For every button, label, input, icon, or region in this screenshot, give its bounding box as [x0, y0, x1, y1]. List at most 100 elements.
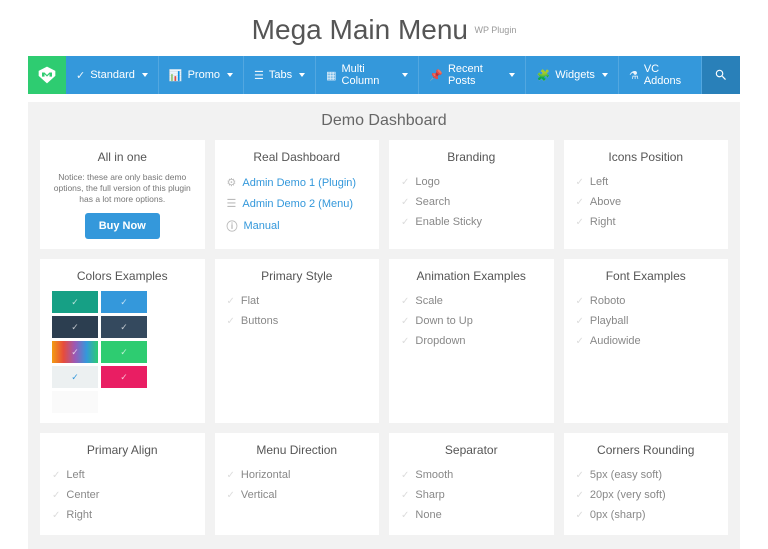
nav-promo[interactable]: 📊 Promo [159, 56, 244, 94]
list-icon: ☰ [254, 69, 264, 82]
card-colors-examples: Colors Examples ✓ ✓ ✓ ✓ ✓ ✓ ✓ ✓ [40, 259, 205, 423]
option-left[interactable]: ✓Left [52, 465, 193, 485]
caret-down-icon [299, 73, 305, 77]
swatch-teal[interactable]: ✓ [52, 291, 98, 313]
nav-tabs[interactable]: ☰ Tabs [244, 56, 316, 94]
option-0px[interactable]: ✓0px (sharp) [576, 505, 717, 525]
nav-widgets[interactable]: 🧩Widgets [526, 56, 618, 94]
check-icon: ✓ [401, 490, 409, 501]
check-icon: ✓ [401, 470, 409, 481]
swatch-navy[interactable]: ✓ [101, 316, 147, 338]
nav-label: Promo [188, 69, 220, 81]
list-label: Logo [415, 176, 439, 188]
list-label: Vertical [241, 489, 277, 501]
card-icons-position: Icons Position ✓Left ✓Above ✓Right [564, 140, 729, 249]
list-label: Admin Demo 1 (Plugin) [242, 177, 356, 189]
list-label: Horizontal [241, 469, 291, 481]
card-notice: Notice: these are only basic demo option… [52, 172, 193, 205]
nav-standard[interactable]: ✓ Standard [66, 56, 159, 94]
option-right[interactable]: ✓Right [576, 212, 717, 232]
swatch-dark[interactable]: ✓ [52, 316, 98, 338]
option-vertical[interactable]: ✓Vertical [227, 485, 368, 505]
columns-icon: ▦ [326, 69, 336, 82]
swatch-pink[interactable]: ✓ [101, 366, 147, 388]
nav-vcaddons[interactable]: ⚗ VC Addons [619, 56, 702, 94]
logo[interactable] [28, 56, 66, 94]
option-horizontal[interactable]: ✓ Horizontal [227, 465, 368, 485]
option-right[interactable]: ✓Right [52, 505, 193, 525]
swatch-gradient[interactable]: ✓ [52, 341, 98, 363]
nav-label: VC Addons [644, 63, 691, 87]
check-icon: ✓ [576, 316, 584, 327]
option-above[interactable]: ✓Above [576, 192, 717, 212]
option-enable-sticky[interactable]: ✓Enable Sticky [401, 212, 542, 232]
link-manual[interactable]: ⓘManual [227, 214, 368, 238]
card-separator: Separator ✓Smooth ✓Sharp ✓None [389, 433, 554, 535]
check-icon: ✓ [401, 316, 409, 327]
card-real-dashboard: Real Dashboard ⚙Admin Demo 1 (Plugin) ☰A… [215, 140, 380, 249]
option-20px[interactable]: ✓20px (very soft) [576, 485, 717, 505]
chart-icon: 📊 [169, 69, 183, 82]
swatch-grey[interactable]: ✓ [52, 366, 98, 388]
search-icon [714, 68, 728, 82]
card-font: Font Examples ✓Roboto ✓Playball ✓Audiowi… [564, 259, 729, 423]
check-icon: ✓ [76, 69, 85, 82]
option-logo[interactable]: ✓Logo [401, 172, 542, 192]
card-title: Menu Direction [227, 443, 368, 457]
option-5px[interactable]: ✓5px (easy soft) [576, 465, 717, 485]
check-icon: ✓ [401, 217, 409, 228]
buy-now-button[interactable]: Buy Now [85, 213, 160, 239]
search-button[interactable] [702, 56, 740, 94]
list-label: Flat [241, 295, 259, 307]
list-label: Manual [244, 220, 280, 232]
flask-icon: ⚗ [629, 69, 639, 82]
nav-recentposts[interactable]: 📌Recent Posts [419, 56, 526, 94]
link-admin-demo-1[interactable]: ⚙ Admin Demo 1 (Plugin) [227, 172, 368, 193]
option-down-to-up[interactable]: ✓ Down to Up [401, 311, 542, 331]
check-icon: ✓ [227, 470, 235, 481]
check-icon: ✓ [52, 510, 60, 521]
check-icon: ✓ [401, 336, 409, 347]
card-title: Animation Examples [401, 269, 542, 283]
option-center[interactable]: ✓Center [52, 485, 193, 505]
check-icon: ✓ [401, 197, 409, 208]
list-label: Dropdown [415, 335, 465, 347]
option-scale[interactable]: ✓Scale [401, 291, 542, 311]
option-buttons[interactable]: ✓Buttons [227, 311, 368, 331]
check-icon: ✓ [576, 197, 584, 208]
check-icon: ✓ [120, 322, 128, 333]
option-roboto[interactable]: ✓Roboto [576, 291, 717, 311]
card-title: All in one [52, 150, 193, 164]
check-icon: ✓ [120, 372, 128, 383]
puzzle-icon: 🧩 [536, 69, 550, 82]
card-title: Icons Position [576, 150, 717, 164]
option-flat[interactable]: ✓Flat [227, 291, 368, 311]
option-search[interactable]: ✓Search [401, 192, 542, 212]
option-none[interactable]: ✓None [401, 505, 542, 525]
swatch-blue[interactable]: ✓ [101, 291, 147, 313]
nav-label: Standard [90, 69, 135, 81]
option-audiowide[interactable]: ✓Audiowide [576, 331, 717, 351]
gear-icon: ⚙ [227, 176, 237, 189]
list-label: None [415, 509, 441, 521]
card-title: Branding [401, 150, 542, 164]
list-label: 0px (sharp) [590, 509, 646, 521]
check-icon: ✓ [52, 470, 60, 481]
swatch-empty[interactable] [52, 391, 98, 413]
option-left[interactable]: ✓Left [576, 172, 717, 192]
nav-multicolumn[interactable]: ▦Multi Column [316, 56, 419, 94]
option-dropdown[interactable]: ✓ Dropdown [401, 331, 542, 351]
option-smooth[interactable]: ✓Smooth [401, 465, 542, 485]
list-label: 5px (easy soft) [590, 469, 662, 481]
list-label: Down to Up [415, 315, 472, 327]
caret-down-icon [402, 73, 408, 77]
swatch-green[interactable]: ✓ [101, 341, 147, 363]
check-icon: ✓ [120, 297, 128, 308]
check-icon: ✓ [576, 336, 584, 347]
check-icon: ✓ [576, 296, 584, 307]
check-icon: ✓ [52, 490, 60, 501]
option-playball[interactable]: ✓Playball [576, 311, 717, 331]
link-admin-demo-2[interactable]: ☰Admin Demo 2 (Menu) [227, 193, 368, 214]
option-sharp[interactable]: ✓Sharp [401, 485, 542, 505]
nav-label: Tabs [269, 69, 292, 81]
